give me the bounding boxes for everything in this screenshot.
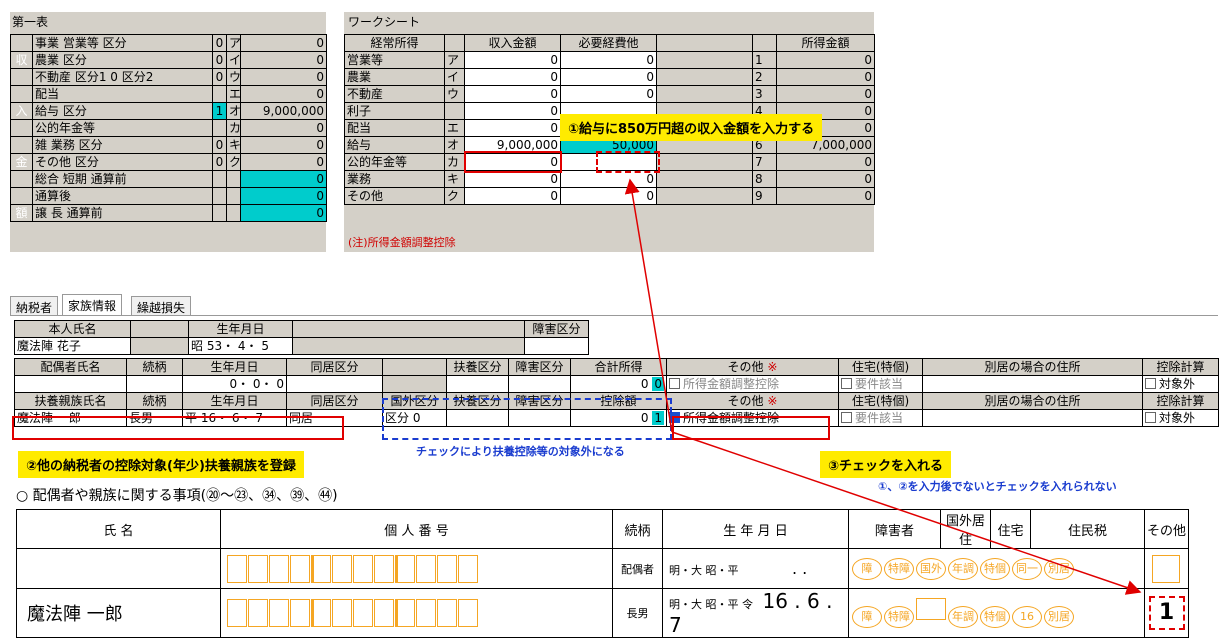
arrow-to-adjustment — [624, 178, 673, 433]
arrows-overlay — [624, 178, 1142, 595]
arrow-to-other-box — [671, 431, 1142, 595]
